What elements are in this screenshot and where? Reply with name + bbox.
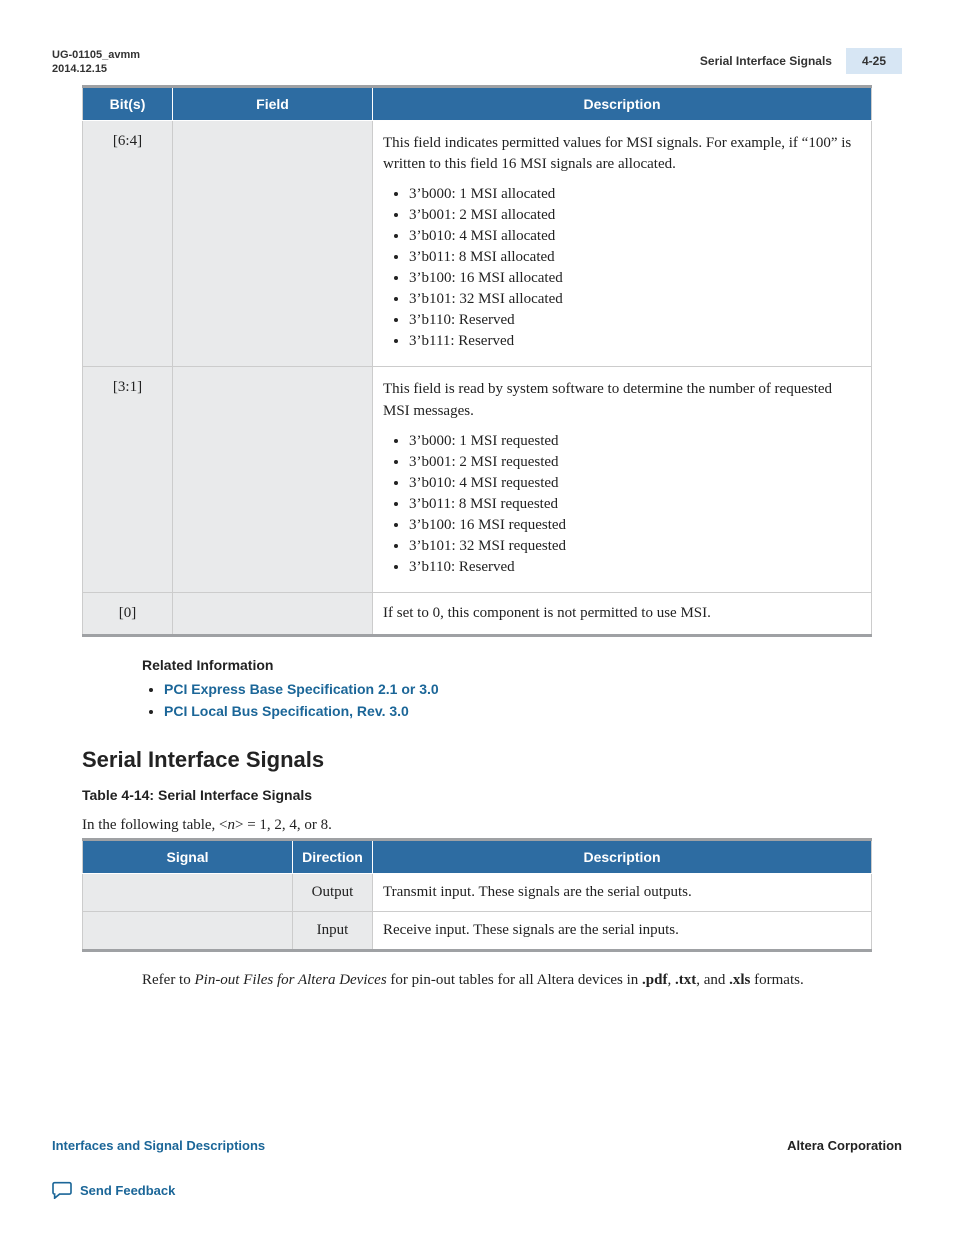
signal-cell: [83, 911, 293, 950]
intro-text: > = 1, 2, 4, or 8.: [235, 817, 332, 833]
list-item: 3’b110: Reserved: [409, 559, 861, 576]
list-item: 3’b001: 2 MSI allocated: [409, 207, 861, 224]
list-item: 3’b100: 16 MSI allocated: [409, 270, 861, 287]
table-row: Output Transmit input. These signals are…: [83, 873, 872, 911]
table-header-row: Bit(s) Field Description: [83, 86, 872, 120]
italic-text: Pin-out Files for Altera Devices: [194, 972, 386, 988]
text: for pin-out tables for all Altera device…: [387, 972, 642, 988]
doc-id-block: UG-01105_avmm 2014.12.15: [52, 48, 140, 77]
feedback-icon: [52, 1181, 72, 1199]
related-info: Related Information PCI Express Base Spe…: [142, 657, 902, 721]
footer-company: Altera Corporation: [787, 1138, 902, 1153]
desc-cell: If set to 0, this component is not permi…: [373, 592, 872, 635]
list-item: PCI Local Bus Specification, Rev. 3.0: [164, 703, 902, 721]
bits-cell: [0]: [83, 592, 173, 635]
table-header-row: Signal Direction Description: [83, 839, 872, 873]
bits-cell: [6:4]: [83, 120, 173, 367]
send-feedback-link[interactable]: Send Feedback: [80, 1183, 175, 1198]
list-item: 3’b101: 32 MSI allocated: [409, 291, 861, 308]
desc-text: This field indicates permitted values fo…: [383, 133, 861, 177]
table-row: Input Receive input. These signals are t…: [83, 911, 872, 950]
field-cell: [173, 592, 373, 635]
list-item: 3’b000: 1 MSI allocated: [409, 186, 861, 203]
text: , and: [696, 972, 729, 988]
bold-text: .xls: [729, 972, 750, 988]
table-row: [3:1] This field is read by system softw…: [83, 367, 872, 593]
desc-list: 3’b000: 1 MSI allocated 3’b001: 2 MSI al…: [383, 186, 861, 350]
list-item: 3’b011: 8 MSI requested: [409, 496, 861, 513]
signals-table: Signal Direction Description Output Tran…: [82, 838, 872, 952]
desc-cell: This field is read by system software to…: [373, 367, 872, 593]
col-bits: Bit(s): [83, 86, 173, 120]
list-item: PCI Express Base Specification 2.1 or 3.…: [164, 681, 902, 699]
text: formats.: [750, 972, 803, 988]
doc-id: UG-01105_avmm: [52, 48, 140, 62]
page-header: UG-01105_avmm 2014.12.15 Serial Interfac…: [52, 48, 902, 77]
list-item: 3’b101: 32 MSI requested: [409, 538, 861, 555]
col-field: Field: [173, 86, 373, 120]
list-item: 3’b010: 4 MSI allocated: [409, 228, 861, 245]
bold-text: .txt: [675, 972, 696, 988]
table-caption: Table 4-14: Serial Interface Signals: [82, 787, 902, 803]
list-item: 3’b111: Reserved: [409, 333, 861, 350]
bold-text: .pdf: [642, 972, 667, 988]
bits-table: Bit(s) Field Description [6:4] This fiel…: [82, 85, 872, 637]
text: ,: [667, 972, 675, 988]
footer-link-interfaces[interactable]: Interfaces and Signal Descriptions: [52, 1138, 265, 1153]
list-item: 3’b110: Reserved: [409, 312, 861, 329]
header-right: Serial Interface Signals 4-25: [686, 48, 902, 74]
related-link[interactable]: PCI Express Base Specification 2.1 or 3.…: [164, 681, 439, 697]
desc-text: This field is read by system software to…: [383, 379, 861, 423]
text: Refer to: [142, 972, 194, 988]
direction-cell: Input: [293, 911, 373, 950]
doc-date: 2014.12.15: [52, 62, 140, 76]
col-direction: Direction: [293, 839, 373, 873]
bits-cell: [3:1]: [83, 367, 173, 593]
list-item: 3’b010: 4 MSI requested: [409, 475, 861, 492]
list-item: 3’b000: 1 MSI requested: [409, 433, 861, 450]
list-item: 3’b011: 8 MSI allocated: [409, 249, 861, 266]
post-table-text: Refer to Pin-out Files for Altera Device…: [142, 970, 872, 992]
desc-text: If set to 0, this component is not permi…: [383, 605, 711, 621]
signal-cell: [83, 873, 293, 911]
direction-cell: Output: [293, 873, 373, 911]
related-link[interactable]: PCI Local Bus Specification, Rev. 3.0: [164, 703, 409, 719]
field-cell: [173, 367, 373, 593]
table-row: [0] If set to 0, this component is not p…: [83, 592, 872, 635]
intro-italic: n: [228, 817, 236, 833]
header-section-title: Serial Interface Signals: [686, 48, 846, 74]
page-footer: Interfaces and Signal Descriptions Send …: [52, 1138, 902, 1199]
footer-left: Interfaces and Signal Descriptions Send …: [52, 1138, 265, 1199]
col-signal: Signal: [83, 839, 293, 873]
desc-cell: Transmit input. These signals are the se…: [373, 873, 872, 911]
related-list: PCI Express Base Specification 2.1 or 3.…: [142, 681, 902, 721]
table-intro: In the following table, <n> = 1, 2, 4, o…: [82, 817, 902, 834]
col-description: Description: [373, 86, 872, 120]
desc-cell: Receive input. These signals are the ser…: [373, 911, 872, 950]
feedback-row: Send Feedback: [52, 1181, 265, 1199]
list-item: 3’b001: 2 MSI requested: [409, 454, 861, 471]
intro-text: In the following table, <: [82, 817, 228, 833]
page-number-badge: 4-25: [846, 48, 902, 74]
desc-list: 3’b000: 1 MSI requested 3’b001: 2 MSI re…: [383, 433, 861, 576]
desc-cell: This field indicates permitted values fo…: [373, 120, 872, 367]
related-title: Related Information: [142, 657, 902, 673]
table-row: [6:4] This field indicates permitted val…: [83, 120, 872, 367]
col-description: Description: [373, 839, 872, 873]
section-heading: Serial Interface Signals: [82, 747, 902, 773]
field-cell: [173, 120, 373, 367]
list-item: 3’b100: 16 MSI requested: [409, 517, 861, 534]
